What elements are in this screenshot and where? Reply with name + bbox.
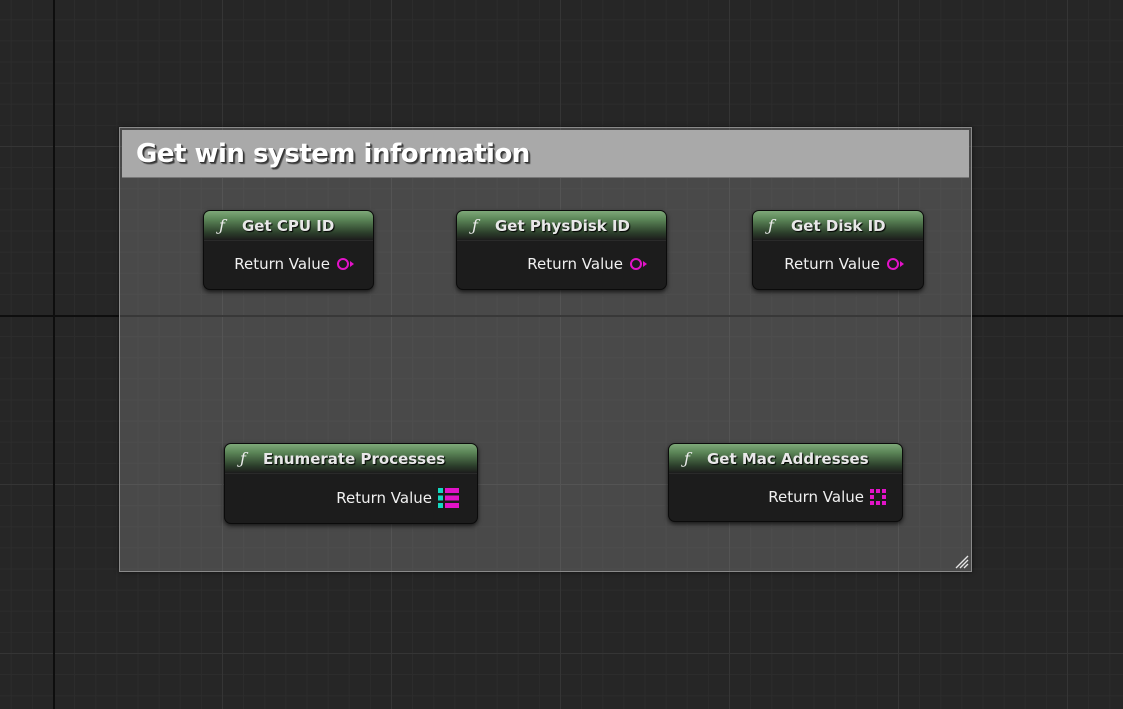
pin-label: Return Value (768, 488, 864, 506)
return-value-pin[interactable]: Return Value (234, 255, 355, 273)
node-title: Get Mac Addresses (707, 450, 869, 468)
string-pin-icon[interactable] (629, 257, 648, 271)
node-get-disk-id[interactable]: ƒ Get Disk ID Return Value (752, 210, 924, 290)
function-icon: ƒ (219, 216, 225, 235)
return-value-pin[interactable]: Return Value (336, 488, 459, 508)
node-enumerate-processes[interactable]: ƒ Enumerate Processes Return Value (224, 443, 478, 524)
node-title: Enumerate Processes (263, 450, 446, 468)
pin-label: Return Value (527, 255, 623, 273)
string-pin-icon[interactable] (336, 257, 355, 271)
node-header[interactable]: ƒ Get PhysDisk ID (457, 211, 666, 241)
resize-grip-icon[interactable] (953, 553, 969, 569)
node-title: Get CPU ID (242, 217, 335, 235)
comment-header[interactable]: Get win system information (122, 130, 969, 178)
function-icon: ƒ (768, 216, 774, 235)
node-title: Get Disk ID (791, 217, 886, 235)
node-header[interactable]: ƒ Get Disk ID (753, 211, 923, 241)
node-header[interactable]: ƒ Get CPU ID (204, 211, 373, 241)
comment-title: Get win system information (136, 139, 530, 169)
string-pin-icon[interactable] (886, 257, 905, 271)
node-get-mac-addresses[interactable]: ƒ Get Mac Addresses Return Value (668, 443, 903, 522)
array-pin-icon[interactable] (438, 488, 459, 508)
function-icon: ƒ (472, 216, 478, 235)
function-icon: ƒ (684, 449, 690, 468)
node-header[interactable]: ƒ Enumerate Processes (225, 444, 477, 474)
pin-label: Return Value (784, 255, 880, 273)
array-pin-icon[interactable] (870, 489, 886, 505)
node-get-physdisk-id[interactable]: ƒ Get PhysDisk ID Return Value (456, 210, 667, 290)
pin-label: Return Value (234, 255, 330, 273)
function-icon: ƒ (240, 449, 246, 468)
node-get-cpu-id[interactable]: ƒ Get CPU ID Return Value (203, 210, 374, 290)
pin-label: Return Value (336, 489, 432, 507)
node-header[interactable]: ƒ Get Mac Addresses (669, 444, 902, 474)
node-title: Get PhysDisk ID (495, 217, 631, 235)
return-value-pin[interactable]: Return Value (784, 255, 905, 273)
return-value-pin[interactable]: Return Value (768, 488, 886, 506)
return-value-pin[interactable]: Return Value (527, 255, 648, 273)
